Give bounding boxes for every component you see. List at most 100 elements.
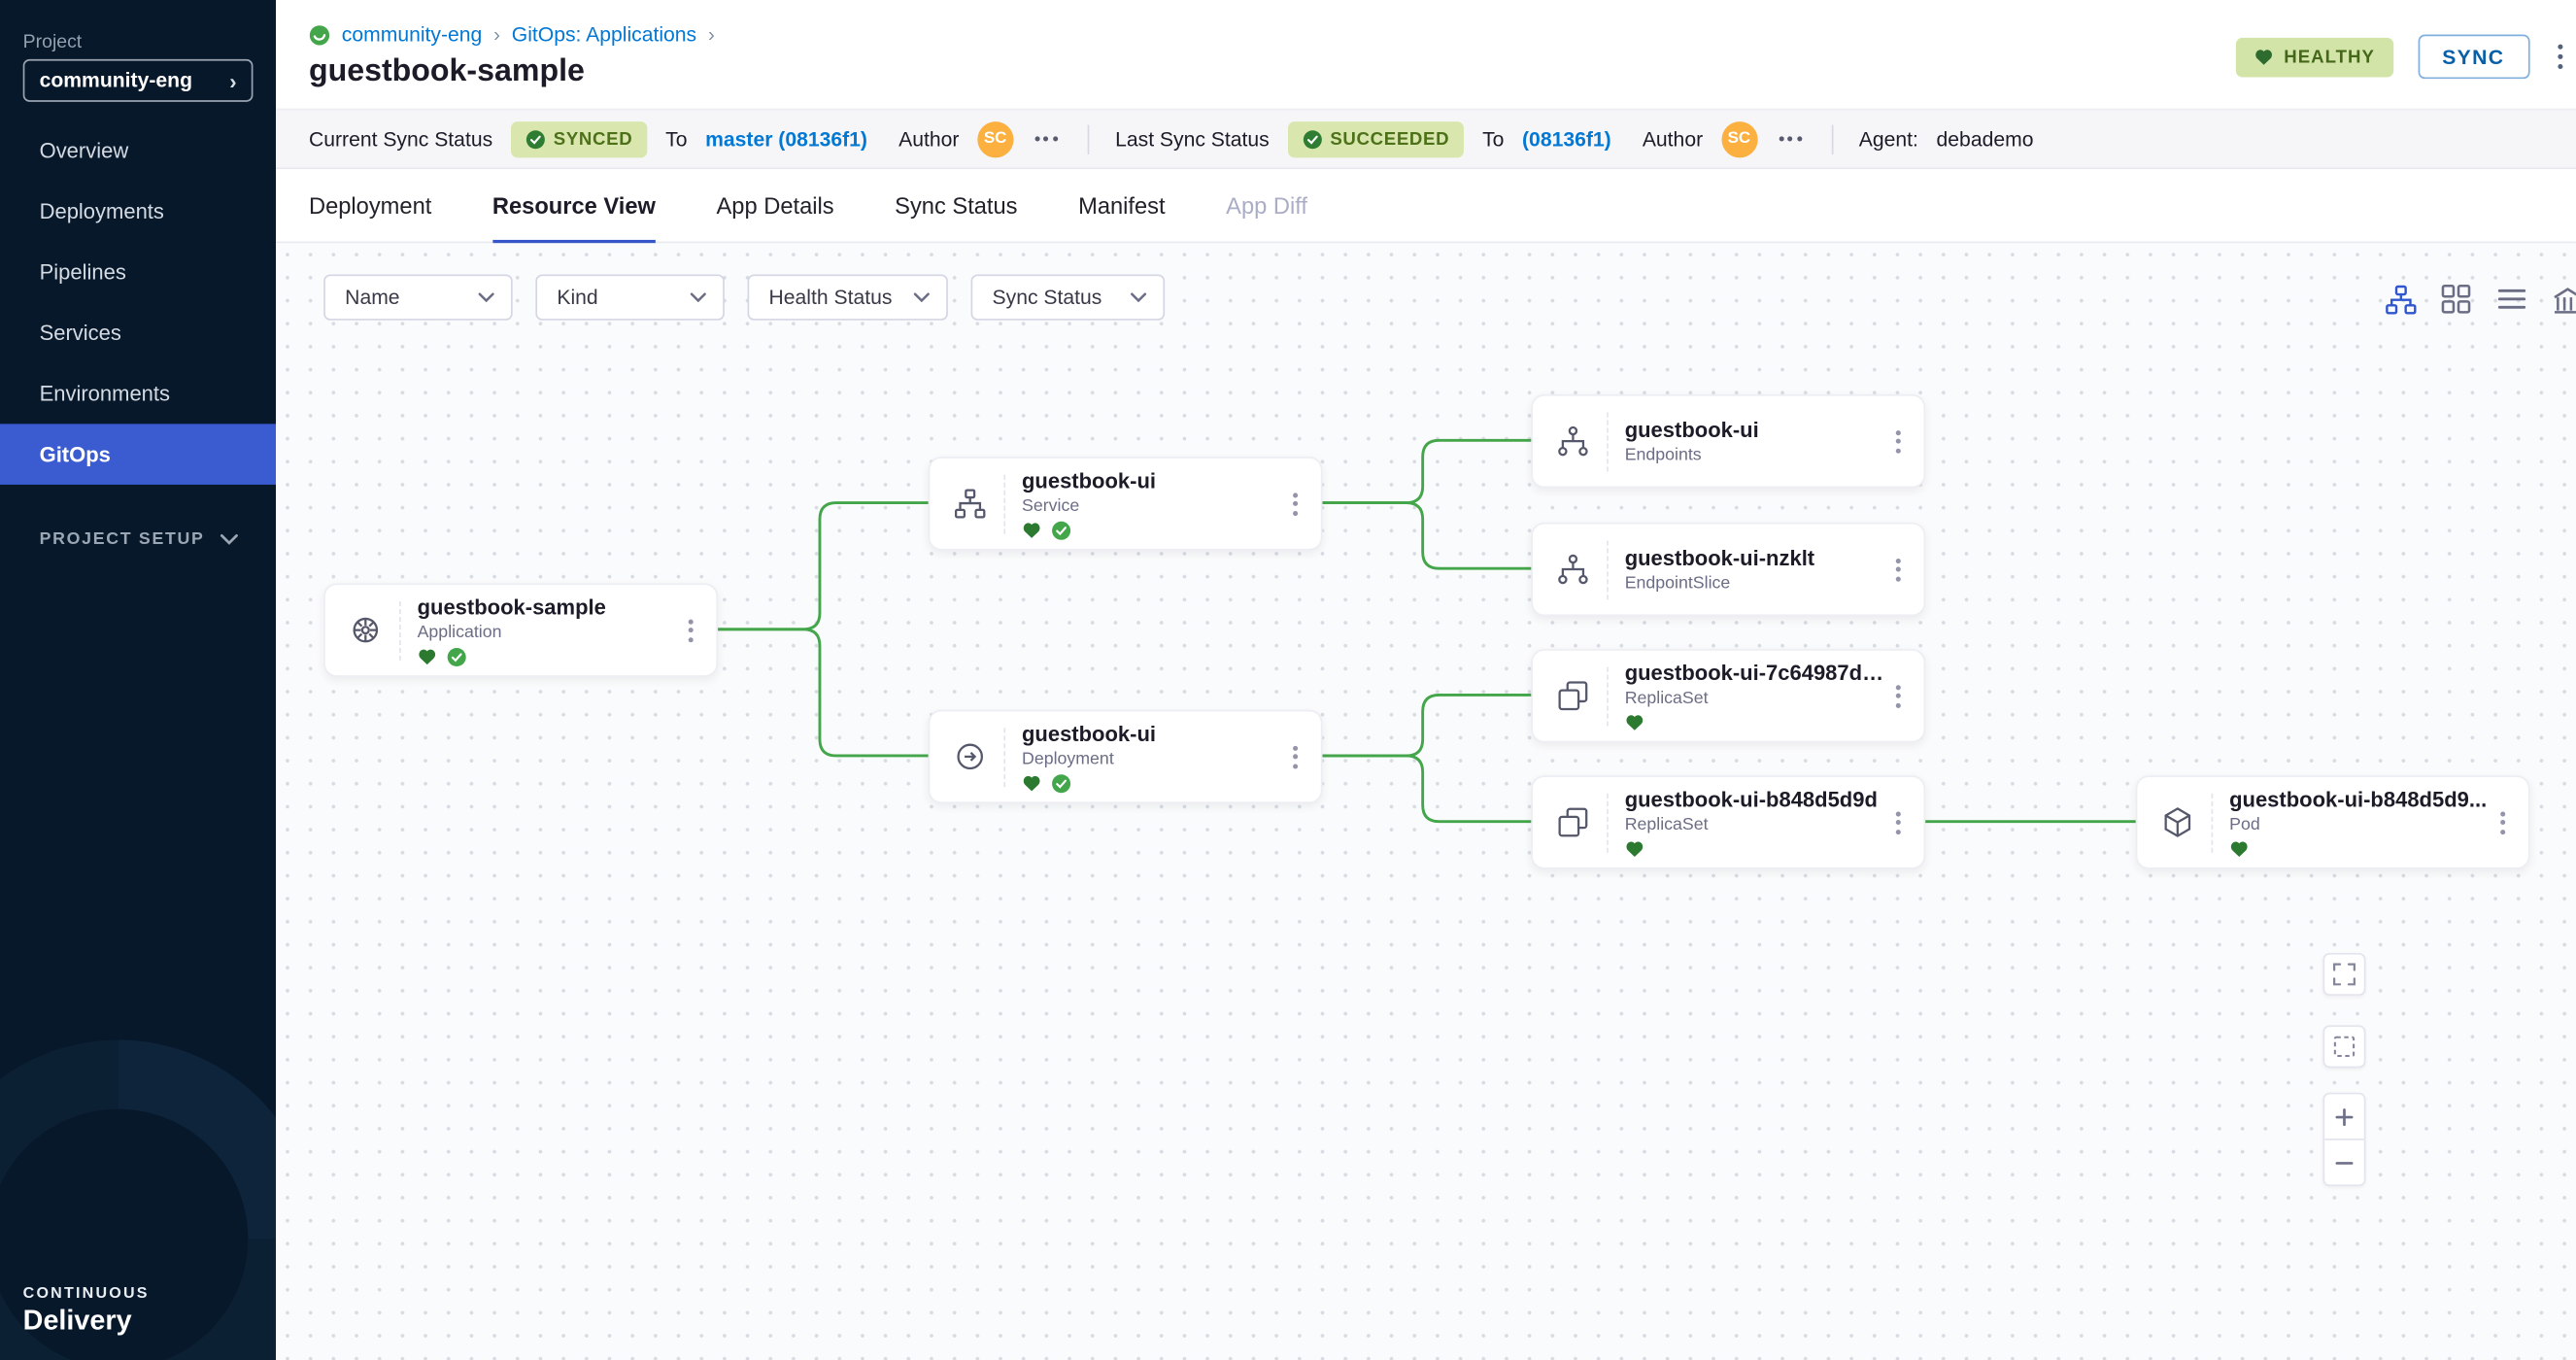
node-divider xyxy=(1607,540,1609,599)
breadcrumb: community-eng › GitOps: Applications › xyxy=(309,23,715,47)
healthy-heart-icon xyxy=(418,647,437,665)
more-options-icon[interactable] xyxy=(1032,133,1061,145)
node-kind: Deployment xyxy=(1022,748,1281,767)
zoom-in-button[interactable] xyxy=(2324,1094,2364,1139)
deployment-icon xyxy=(948,737,991,775)
app-options-kebab-icon[interactable] xyxy=(2554,41,2566,73)
tab-resource-view[interactable]: Resource View xyxy=(492,169,656,241)
sidebar-item-label: Overview xyxy=(40,138,129,162)
sidebar-item-overview[interactable]: Overview xyxy=(0,119,276,181)
more-options-icon[interactable] xyxy=(1776,133,1805,145)
node-title: guestbook-ui-nzklt xyxy=(1625,546,1884,570)
resource-node-endpoints[interactable]: guestbook-ui Endpoints xyxy=(1531,394,1925,488)
group-view-icon[interactable] xyxy=(2552,283,2576,316)
application-icon xyxy=(343,611,386,649)
filter-row: Name Kind Health Status Sync Status xyxy=(323,274,1165,320)
app-tabs: Deployment Resource View App Details Syn… xyxy=(276,169,2576,243)
filter-health-status[interactable]: Health Status xyxy=(748,274,948,320)
breadcrumb-separator: › xyxy=(493,23,500,47)
zoom-out-button[interactable] xyxy=(2324,1140,2364,1185)
endpointslice-icon xyxy=(1551,551,1594,589)
node-status xyxy=(1625,712,1884,731)
filter-name[interactable]: Name xyxy=(323,274,512,320)
project-setup-toggle[interactable]: PROJECT SETUP xyxy=(40,529,238,549)
sidebar-item-environments[interactable]: Environments xyxy=(0,363,276,425)
grid-view-icon[interactable] xyxy=(2440,283,2473,316)
node-kebab-menu[interactable] xyxy=(1884,429,1911,453)
node-kebab-menu[interactable] xyxy=(1884,684,1911,707)
author-label: Author xyxy=(1643,127,1703,151)
resource-node-deployment[interactable]: guestbook-ui Deployment xyxy=(929,710,1323,803)
chevron-down-icon xyxy=(220,533,238,545)
resource-node-application[interactable]: guestbook-sample Application xyxy=(323,583,718,676)
tab-sync-status[interactable]: Sync Status xyxy=(895,169,1017,241)
synced-check-icon xyxy=(1051,773,1070,793)
project-selector[interactable]: community-eng › xyxy=(23,59,254,102)
sidebar-item-gitops[interactable]: GitOps xyxy=(0,424,276,485)
current-target-link[interactable]: master (08136f1) xyxy=(705,127,867,151)
node-kebab-menu[interactable] xyxy=(1281,745,1307,768)
resource-node-service[interactable]: guestbook-ui Service xyxy=(929,457,1323,550)
node-kind: EndpointSlice xyxy=(1625,573,1884,593)
author-avatar[interactable]: SC xyxy=(1721,120,1757,156)
to-label: To xyxy=(1482,127,1504,151)
resource-node-replicaset-7c64987dc9[interactable]: guestbook-ui-7c64987dc9 ReplicaSet xyxy=(1531,649,1925,742)
node-kebab-menu[interactable] xyxy=(1884,811,1911,834)
node-divider xyxy=(399,600,401,660)
last-sync-value: SUCCEEDED xyxy=(1330,129,1449,149)
brand-line2: Delivery xyxy=(23,1305,150,1338)
resource-tree-canvas[interactable]: Name Kind Health Status Sync Status xyxy=(276,243,2576,1360)
node-kebab-menu[interactable] xyxy=(1884,558,1911,581)
main-content: community-eng › GitOps: Applications › g… xyxy=(276,0,2576,1360)
node-kebab-menu[interactable] xyxy=(1281,493,1307,516)
node-title: guestbook-ui xyxy=(1625,418,1884,442)
current-sync-value: SYNCED xyxy=(554,129,633,149)
tab-app-diff: App Diff xyxy=(1226,169,1307,241)
sidebar-item-label: Deployments xyxy=(40,199,164,223)
filter-label: Name xyxy=(345,286,399,309)
sidebar-item-deployments[interactable]: Deployments xyxy=(0,181,276,242)
author-avatar[interactable]: SC xyxy=(977,120,1013,156)
tab-app-details[interactable]: App Details xyxy=(717,169,834,241)
sidebar-item-pipelines[interactable]: Pipelines xyxy=(0,242,276,303)
tab-deployment[interactable]: Deployment xyxy=(309,169,431,241)
last-target-link[interactable]: (08136f1) xyxy=(1522,127,1611,151)
node-kind: ReplicaSet xyxy=(1625,814,1884,833)
divider xyxy=(1087,124,1089,153)
node-status xyxy=(1022,520,1281,539)
page-title: guestbook-sample xyxy=(309,54,585,90)
healthy-heart-icon xyxy=(1625,839,1644,858)
list-view-icon[interactable] xyxy=(2495,283,2528,316)
page-header: community-eng › GitOps: Applications › g… xyxy=(276,0,2576,109)
synced-check-icon xyxy=(447,647,466,666)
app-root: Project community-eng › Overview Deploym… xyxy=(0,0,2576,1360)
tab-manifest[interactable]: Manifest xyxy=(1078,169,1166,241)
resource-node-pod[interactable]: guestbook-ui-b848d5d9... Pod xyxy=(2136,775,2530,868)
resource-node-replicaset-b848d5d9d[interactable]: guestbook-ui-b848d5d9d ReplicaSet xyxy=(1531,775,1925,868)
current-sync-label: Current Sync Status xyxy=(309,127,492,151)
node-kebab-menu[interactable] xyxy=(2489,811,2515,834)
node-title: guestbook-ui xyxy=(1022,467,1281,492)
filter-sync-status[interactable]: Sync Status xyxy=(971,274,1166,320)
fullscreen-button[interactable] xyxy=(2322,953,2365,996)
resource-node-endpointslice[interactable]: guestbook-ui-nzklt EndpointSlice xyxy=(1531,523,1925,616)
healthy-heart-icon xyxy=(1625,713,1644,731)
selection-mode-button[interactable] xyxy=(2322,1025,2365,1068)
node-body: guestbook-sample Application xyxy=(418,594,677,665)
breadcrumb-section-link[interactable]: GitOps: Applications xyxy=(512,23,696,47)
filter-kind[interactable]: Kind xyxy=(535,274,724,320)
replicaset-icon xyxy=(1551,803,1594,841)
sync-button[interactable]: SYNC xyxy=(2418,35,2529,80)
project-selector-value: community-eng xyxy=(40,69,192,92)
node-kind: ReplicaSet xyxy=(1625,688,1884,707)
breadcrumb-project-link[interactable]: community-eng xyxy=(342,23,483,47)
sidebar-item-label: Pipelines xyxy=(40,259,126,284)
node-body: guestbook-ui Service xyxy=(1022,467,1281,539)
sidebar-item-services[interactable]: Services xyxy=(0,302,276,363)
node-kebab-menu[interactable] xyxy=(677,619,703,642)
node-body: guestbook-ui-b848d5d9... Pod xyxy=(2229,786,2489,858)
tree-view-icon[interactable] xyxy=(2384,283,2417,316)
chevron-down-icon xyxy=(1131,292,1147,302)
node-kind: Application xyxy=(418,622,677,641)
node-divider xyxy=(1607,412,1609,471)
